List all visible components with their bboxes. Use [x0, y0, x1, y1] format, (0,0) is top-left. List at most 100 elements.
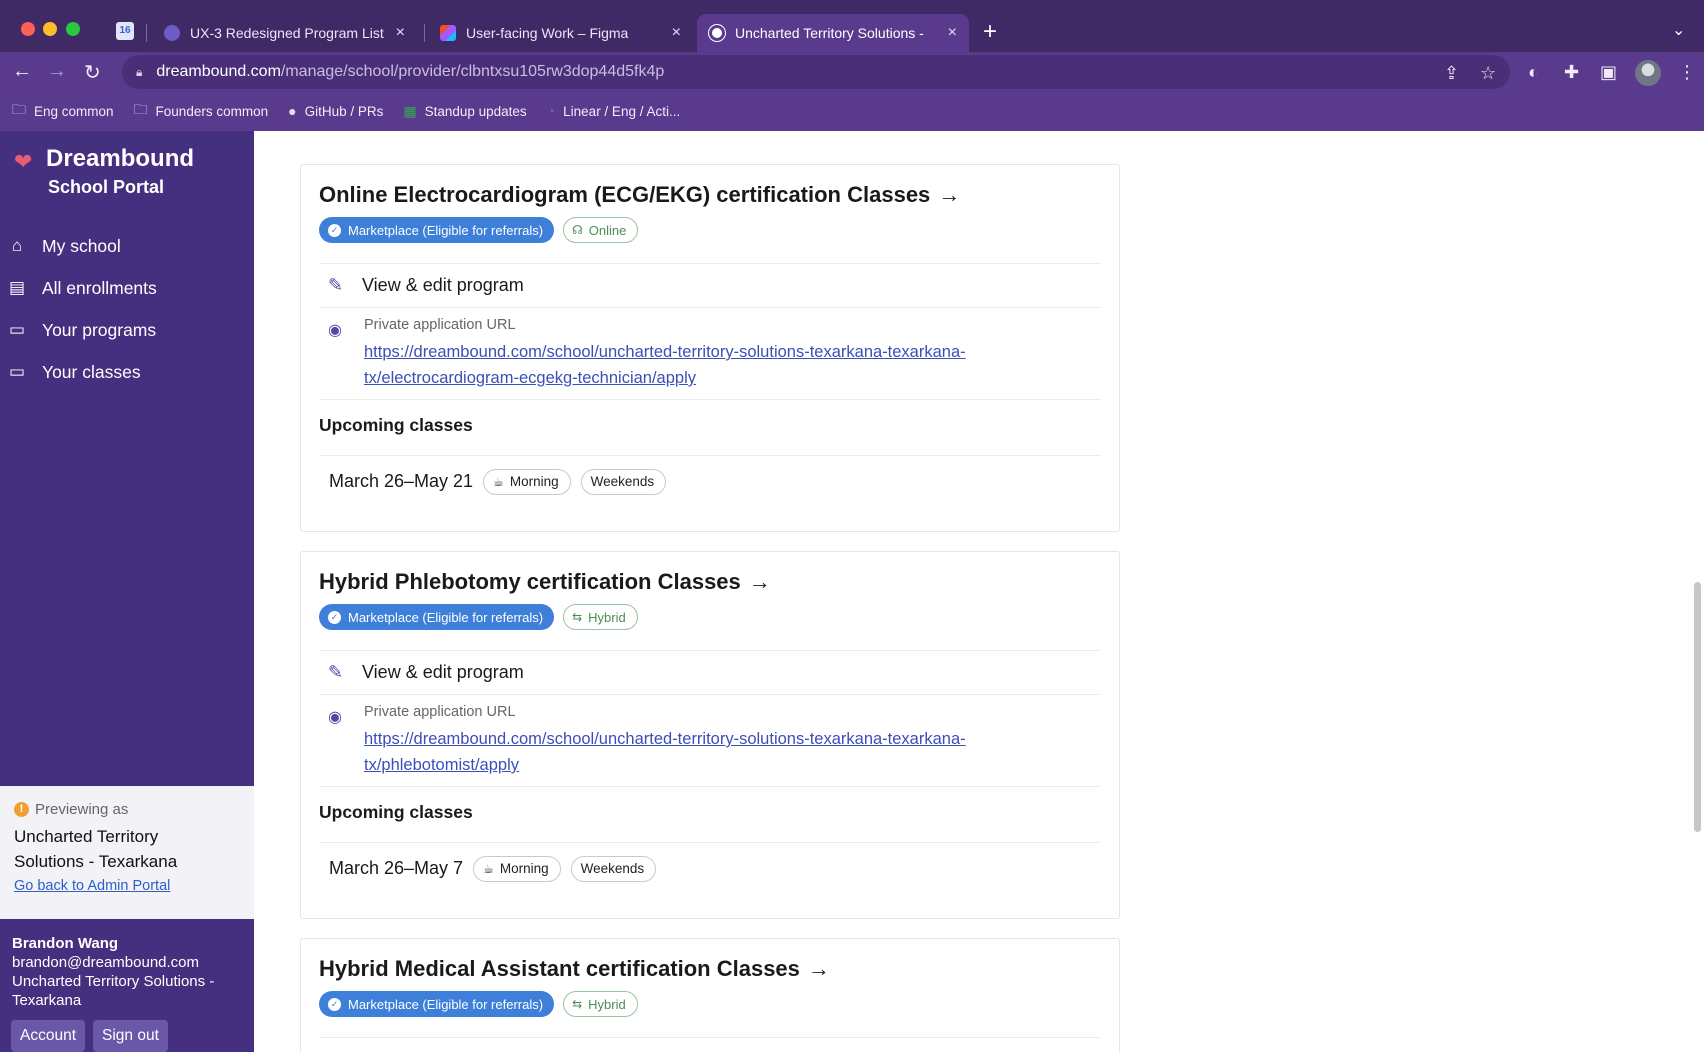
sidebar-item-your-classes[interactable]: ▭ Your classes	[0, 351, 254, 393]
laptop-icon: ▭	[8, 362, 26, 381]
bookmark-standup[interactable]: ▦ Standup updates	[403, 103, 526, 120]
puzzle-icon[interactable]: ✚	[1564, 62, 1579, 83]
tab-separator	[146, 24, 147, 42]
mode-label: Hybrid	[588, 609, 626, 625]
dreambound-logo-icon: ❤	[14, 149, 33, 174]
class-row[interactable]: March 26–May 21 ☕︎ Morning Weekends	[319, 455, 1101, 507]
badge-label: Marketplace (Eligible for referrals)	[348, 222, 544, 238]
sidebar-item-label: All enrollments	[42, 277, 157, 298]
preview-label: Previewing as	[35, 801, 129, 818]
preview-school-line: Solutions - Texarkana	[14, 852, 178, 871]
page-scrollbar[interactable]	[1694, 582, 1701, 832]
private-url-link[interactable]: https://dreambound.com/school/uncharted-…	[364, 726, 1084, 778]
sheets-icon: ▦	[403, 102, 417, 119]
view-edit-program-link[interactable]: ✎ View & edit program	[319, 650, 1101, 694]
pencil-icon: ✎	[328, 275, 344, 295]
url-host: dreambound.com	[156, 63, 281, 80]
arrow-right-icon: →	[748, 569, 771, 594]
profile-avatar[interactable]	[1635, 60, 1661, 86]
back-to-admin-link[interactable]: Go back to Admin Portal	[14, 878, 240, 894]
figma-icon	[440, 25, 456, 41]
program-card: Hybrid Phlebotomy certification Classes →…	[300, 551, 1120, 919]
tab-title: User-facing Work – Figma	[466, 25, 629, 41]
sidebar-item-label: My school	[42, 235, 121, 256]
back-icon[interactable]: ←	[12, 60, 32, 83]
github-icon: ●	[288, 103, 297, 119]
linear-icon	[164, 25, 180, 41]
tag-label: Morning	[499, 861, 549, 876]
url-line: https://dreambound.com/school/uncharted-…	[364, 730, 966, 748]
marketplace-badge: ✓ Marketplace (Eligible for referrals)	[319, 604, 555, 630]
sidebar-item-label: Your programs	[42, 319, 157, 340]
star-icon[interactable]: ☆	[1480, 63, 1496, 84]
new-tab-icon[interactable]: +	[983, 18, 997, 46]
bookmark-linear[interactable]: ◔ Linear / Eng / Acti...	[547, 103, 681, 119]
close-icon[interactable]: ×	[396, 24, 405, 42]
day-tag: Weekends	[570, 855, 657, 882]
lock-icon: 🔒︎	[136, 64, 143, 79]
document-icon: ▤	[8, 278, 26, 297]
reload-icon[interactable]: ↻	[84, 60, 101, 85]
private-url-label: Private application URL	[364, 704, 516, 720]
url-line: https://dreambound.com/school/uncharted-…	[364, 343, 966, 361]
edit-label: View & edit program	[362, 275, 524, 295]
class-dates: March 26–May 21	[329, 471, 474, 491]
laptop-icon: ▭	[8, 320, 26, 339]
badge-label: Marketplace (Eligible for referrals)	[348, 609, 544, 625]
private-url-row: ◉ Private application URL https://dreamb…	[319, 307, 1101, 399]
program-title-text: Online Electrocardiogram (ECG/EKG) certi…	[319, 182, 931, 207]
mode-badge: ⇆ Hybrid	[563, 991, 638, 1017]
tab-ux3[interactable]: UX-3 Redesigned Program List ×	[152, 14, 417, 52]
url-line: tx/electrocardiogram-ecgekg-technician/a…	[364, 369, 696, 387]
sidebar-item-your-programs[interactable]: ▭ Your programs	[0, 309, 254, 351]
day-tag: Weekends	[580, 468, 667, 495]
program-card: Hybrid Medical Assistant certification C…	[300, 938, 1120, 1052]
account-button[interactable]: Account	[11, 1020, 86, 1052]
pinned-tab-calendar[interactable]: 16	[116, 22, 134, 40]
class-row[interactable]: March 26–May 7 ☕︎ Morning Weekends	[319, 842, 1101, 894]
user-info: Brandon Wang brandon@dreambound.com Unch…	[12, 934, 247, 1010]
program-title[interactable]: Hybrid Medical Assistant certification C…	[319, 956, 830, 982]
coffee-icon: ☕︎	[483, 861, 494, 876]
tag-label: Weekends	[580, 861, 645, 876]
extension-badge-icon[interactable]: ◐	[1528, 62, 1539, 83]
share-icon[interactable]: ⇪	[1444, 63, 1459, 84]
bookmark-founders-common[interactable]: 🗀︎ Founders common	[134, 99, 269, 123]
tab-title: Uncharted Territory Solutions -	[735, 25, 924, 41]
upcoming-classes-heading: Upcoming classes	[319, 802, 473, 822]
preview-panel: ! Previewing as Uncharted Territory Solu…	[0, 786, 254, 919]
bookmark-eng-common[interactable]: 🗀︎ Eng common	[12, 99, 114, 123]
marketplace-badge: ✓ Marketplace (Eligible for referrals)	[319, 991, 555, 1017]
browser-chrome: 16 UX-3 Redesigned Program List × User-f…	[0, 0, 1704, 131]
close-window-button[interactable]	[21, 22, 35, 36]
tab-uncharted[interactable]: Uncharted Territory Solutions - ×	[697, 14, 969, 52]
coffee-icon: ☕︎	[493, 474, 504, 489]
kebab-menu-icon[interactable]: ⋮	[1678, 62, 1696, 83]
main-content: Online Electrocardiogram (ECG/EKG) certi…	[254, 131, 1704, 1052]
sign-out-button[interactable]: Sign out	[93, 1020, 168, 1052]
sidepanel-icon[interactable]: ▣	[1600, 62, 1617, 83]
bookmark-github[interactable]: ● GitHub / PRs	[288, 103, 383, 119]
private-url-row: ◉ Private application URL https://dreamb…	[319, 694, 1101, 786]
address-bar[interactable]: 🔒︎ dreambound.com/manage/school/provider…	[122, 55, 1510, 89]
chevron-down-icon[interactable]: ⌄	[1672, 20, 1685, 40]
mode-label: Online	[588, 222, 627, 238]
program-title-text: Hybrid Medical Assistant certification C…	[319, 956, 800, 981]
view-edit-program-link[interactable]: ✎ View & edit program	[319, 263, 1101, 307]
sidebar-item-all-enrollments[interactable]: ▤ All enrollments	[0, 267, 254, 309]
close-icon[interactable]: ×	[672, 24, 681, 42]
maximize-window-button[interactable]	[66, 22, 80, 36]
program-title[interactable]: Online Electrocardiogram (ECG/EKG) certi…	[319, 182, 960, 208]
program-title[interactable]: Hybrid Phlebotomy certification Classes →	[319, 569, 771, 595]
forward-icon[interactable]: →	[47, 60, 67, 83]
tab-figma[interactable]: User-facing Work – Figma ×	[428, 14, 693, 52]
minimize-window-button[interactable]	[43, 22, 57, 36]
tab-title: UX-3 Redesigned Program List	[190, 25, 384, 41]
sidebar-item-my-school[interactable]: ⌂ My school	[0, 225, 254, 267]
preview-school-line: Uncharted Territory	[14, 827, 159, 846]
private-url-link[interactable]: https://dreambound.com/school/uncharted-…	[364, 339, 1084, 391]
upcoming-classes-heading: Upcoming classes	[319, 415, 473, 435]
eye-icon: ◉	[328, 709, 342, 726]
brand-name: Dreambound	[46, 145, 195, 172]
close-icon[interactable]: ×	[948, 24, 957, 42]
